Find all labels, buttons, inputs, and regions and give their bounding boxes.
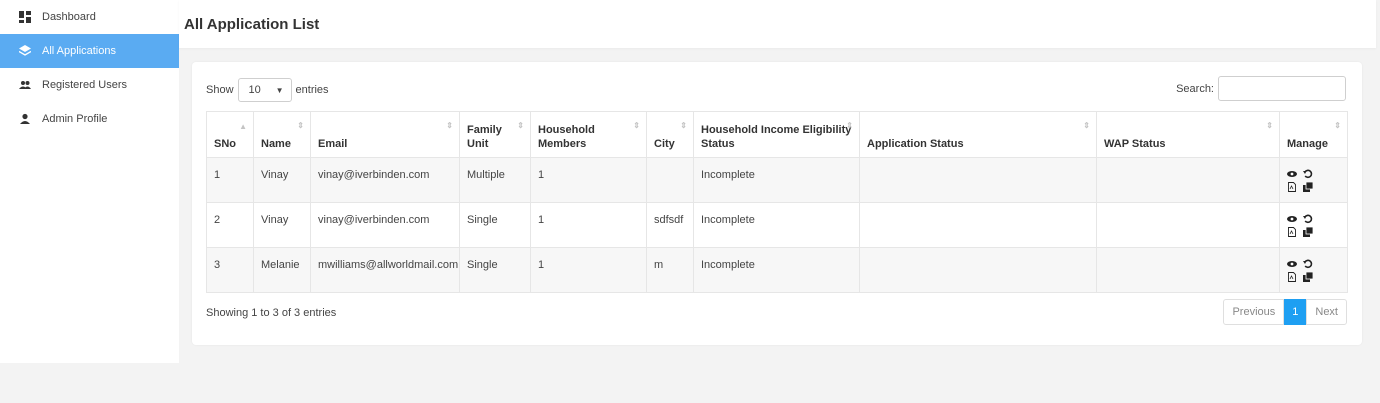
cell-wap-status <box>1096 247 1280 293</box>
page-length-control: Show 10 ▼ entries <box>206 78 329 102</box>
table-info: Showing 1 to 3 of 3 entries <box>206 307 337 319</box>
sort-icon: ⇕ <box>297 121 304 130</box>
sidebar-item-label: Dashboard <box>42 11 96 23</box>
sort-icon: ⇕ <box>846 121 853 130</box>
cell-email: vinay@iverbinden.com <box>310 157 460 203</box>
cell-wap-status <box>1096 202 1280 248</box>
column-header-wap-status[interactable]: ⇕ WAP Status <box>1096 111 1280 158</box>
table-row: 2 Vinay vinay@iverbinden.com Single 1 sd… <box>206 202 1348 248</box>
column-header-email[interactable]: ⇕ Email <box>310 111 460 158</box>
cell-city: sdfsdf <box>646 202 694 248</box>
applications-card: Show 10 ▼ entries Search: ▲ SNo ⇕ Name ⇕ Em… <box>192 62 1362 345</box>
cell-manage <box>1279 157 1348 203</box>
cell-household-members: 1 <box>530 157 647 203</box>
table-header-row: ▲ SNo ⇕ Name ⇕ Email ⇕ Family Unit ⇕ Househol… <box>206 111 1348 158</box>
page-header: All Application List <box>179 0 1376 48</box>
cell-manage <box>1279 202 1348 248</box>
sort-icon: ⇕ <box>446 121 453 130</box>
cell-sno: 1 <box>206 157 254 203</box>
cell-household-members: 1 <box>530 247 647 293</box>
column-header-application-status[interactable]: ⇕ Application Status <box>859 111 1097 158</box>
page-1-button[interactable]: 1 <box>1284 299 1307 325</box>
page-length-select[interactable]: 10 ▼ <box>237 78 292 102</box>
entries-label: entries <box>295 84 329 96</box>
user-icon <box>19 113 31 125</box>
sort-icon: ⇕ <box>1083 121 1090 130</box>
column-header-manage[interactable]: ⇕ Manage <box>1279 111 1348 158</box>
cell-email: mwilliams@allworldmail.com <box>310 247 460 293</box>
cell-name: Vinay <box>253 157 311 203</box>
sort-icon: ⇕ <box>517 121 524 130</box>
column-header-city[interactable]: ⇕ City <box>646 111 694 158</box>
sidebar-item-all-applications[interactable]: All Applications <box>0 34 179 68</box>
history-icon[interactable] <box>1303 169 1313 179</box>
cell-family-unit: Single <box>459 202 531 248</box>
cell-email: vinay@iverbinden.com <box>310 202 460 248</box>
cell-city: m <box>646 247 694 293</box>
sidebar-item-label: Admin Profile <box>42 113 108 125</box>
sidebar-item-label: All Applications <box>42 45 116 57</box>
sidebar-item-dashboard[interactable]: Dashboard <box>0 0 179 34</box>
column-header-household-members[interactable]: ⇕ Household Members <box>530 111 647 158</box>
table-row: 1 Vinay vinay@iverbinden.com Multiple 1 … <box>206 157 1348 203</box>
sort-icon: ⇕ <box>1266 121 1273 130</box>
cell-sno: 3 <box>206 247 254 293</box>
users-icon <box>19 79 31 91</box>
applications-table: ▲ SNo ⇕ Name ⇕ Email ⇕ Family Unit ⇕ Househol… <box>206 111 1348 293</box>
sidebar: Dashboard All Applications Registered Us… <box>0 0 179 363</box>
sidebar-item-label: Registered Users <box>42 79 127 91</box>
cell-name: Vinay <box>253 202 311 248</box>
cell-income-status: Incomplete <box>693 247 860 293</box>
table-row: 3 Melanie mwilliams@allworldmail.com Sin… <box>206 247 1348 293</box>
cell-household-members: 1 <box>530 202 647 248</box>
cell-application-status <box>859 247 1097 293</box>
sort-icon: ⇕ <box>680 121 687 130</box>
pdf-file-icon[interactable] <box>1287 227 1297 237</box>
sort-icon: ⇕ <box>633 121 640 130</box>
cell-city <box>646 157 694 203</box>
page-length-value: 10 <box>248 84 261 96</box>
show-label: Show <box>206 84 234 96</box>
search-input[interactable] <box>1218 76 1346 101</box>
caret-down-icon: ▼ <box>275 85 284 95</box>
cell-family-unit: Single <box>459 247 531 293</box>
history-icon[interactable] <box>1303 214 1313 224</box>
cell-wap-status <box>1096 157 1280 203</box>
search-label: Search: <box>1176 82 1214 95</box>
search-control: Search: <box>1176 76 1346 101</box>
cell-family-unit: Multiple <box>459 157 531 203</box>
copy-icon[interactable] <box>1303 182 1313 192</box>
copy-icon[interactable] <box>1303 227 1313 237</box>
cell-income-status: Incomplete <box>693 157 860 203</box>
column-header-family-unit[interactable]: ⇕ Family Unit <box>459 111 531 158</box>
sort-asc-icon: ▲ <box>239 122 247 131</box>
pdf-file-icon[interactable] <box>1287 182 1297 192</box>
dashboard-icon <box>19 11 31 23</box>
cell-application-status <box>859 157 1097 203</box>
eye-icon[interactable] <box>1287 259 1297 269</box>
layers-icon <box>19 45 31 57</box>
cell-name: Melanie <box>253 247 311 293</box>
column-header-name[interactable]: ⇕ Name <box>253 111 311 158</box>
pdf-file-icon[interactable] <box>1287 272 1297 282</box>
sort-icon: ⇕ <box>1334 121 1341 130</box>
cell-sno: 2 <box>206 202 254 248</box>
page-title: All Application List <box>184 15 320 33</box>
pagination: Previous 1 Next <box>1223 299 1347 325</box>
cell-income-status: Incomplete <box>693 202 860 248</box>
eye-icon[interactable] <box>1287 169 1297 179</box>
column-header-income-status[interactable]: ⇕ Household Income Eligibility Status <box>693 111 860 158</box>
eye-icon[interactable] <box>1287 214 1297 224</box>
sidebar-item-admin-profile[interactable]: Admin Profile <box>0 102 179 136</box>
copy-icon[interactable] <box>1303 272 1313 282</box>
history-icon[interactable] <box>1303 259 1313 269</box>
next-page-button[interactable]: Next <box>1306 299 1347 325</box>
cell-manage <box>1279 247 1348 293</box>
column-header-sno[interactable]: ▲ SNo <box>206 111 254 158</box>
previous-page-button[interactable]: Previous <box>1223 299 1285 325</box>
sidebar-item-registered-users[interactable]: Registered Users <box>0 68 179 102</box>
cell-application-status <box>859 202 1097 248</box>
